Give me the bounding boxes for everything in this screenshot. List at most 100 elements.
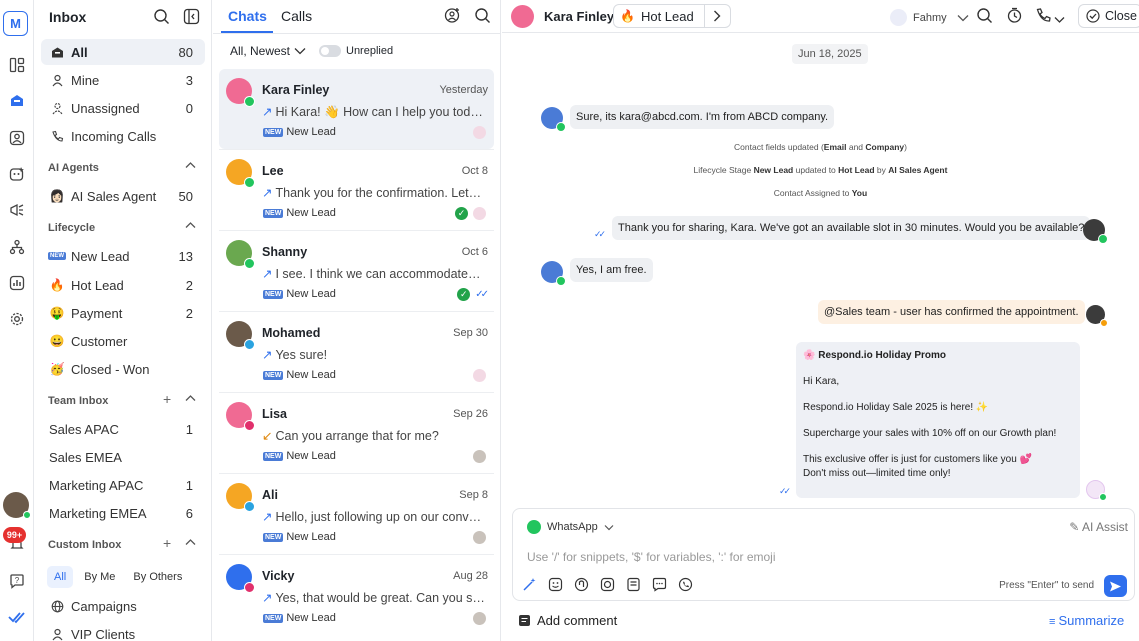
broadcast-icon[interactable] [5, 198, 29, 222]
ai-icon[interactable] [5, 162, 29, 186]
ai-assist-button[interactable]: ✎ AI Assist [1069, 520, 1128, 534]
sidebar-item-incoming-calls[interactable]: Incoming Calls [41, 123, 205, 149]
conversation-meta [473, 126, 486, 139]
search-icon[interactable] [153, 8, 170, 28]
sidebar-item-unassigned[interactable]: Unassigned 0 [41, 95, 205, 121]
sidebar-item-campaigns[interactable]: Campaigns [41, 593, 205, 619]
sidebar-item-sales-apac[interactable]: Sales APAC 1 [41, 416, 205, 442]
call-icon[interactable] [1035, 7, 1052, 27]
contact-avatar[interactable] [511, 5, 534, 28]
emoji-icon[interactable] [547, 576, 564, 593]
settings-icon[interactable] [5, 307, 29, 331]
dashboard-icon[interactable] [5, 53, 29, 77]
collapse-sidebar-icon[interactable] [183, 8, 200, 28]
quick-reply-icon[interactable] [651, 576, 668, 593]
sidebar-item-count: 2 [185, 277, 193, 293]
search-icon[interactable] [474, 7, 491, 27]
chevron-up-icon[interactable] [185, 160, 196, 172]
sidebar-item-ai-sales-agent[interactable]: 👩🏻 AI Sales Agent 50 [41, 183, 205, 209]
workspace-logo[interactable]: M [3, 11, 28, 36]
contact-avatar [226, 402, 255, 431]
chevron-right-icon[interactable] [703, 5, 730, 27]
double-check-icon: ✓✓ [779, 486, 791, 496]
conversation-item[interactable]: Lee Oct 8 ↗ Thank you for the confirmation.… [219, 150, 494, 230]
contact-avatar[interactable] [541, 261, 566, 286]
sidebar-item-label: Payment [71, 305, 123, 321]
contact-avatar [226, 159, 255, 188]
conversation-item[interactable]: Mohamed Sep 30 ↗ Yes sure! NEW New Lead [219, 312, 494, 392]
message-preview: ↗ I see. I think we can accommodate… [262, 266, 487, 281]
sidebar-item-sales-emea[interactable]: Sales EMEA [41, 444, 205, 470]
lifecycle-tag: NEW New Lead [263, 207, 336, 219]
sidebar-item-hot-lead[interactable]: 🔥 Hot Lead 2 [41, 272, 205, 298]
add-icon[interactable]: + [163, 392, 171, 406]
note-status-dot [1100, 319, 1108, 327]
section-title-lifecycle: Lifecycle [48, 222, 96, 234]
pill-by-me[interactable]: By Me [77, 566, 122, 588]
conversation-item[interactable]: Vicky Aug 28 ↗ Yes, that would be great. Ca… [219, 555, 494, 635]
assignee-dropdown[interactable]: Fahmy [890, 9, 969, 26]
chevron-up-icon[interactable] [185, 537, 196, 549]
promo-line: Supercharge your sales with 10% off on o… [803, 428, 1057, 439]
double-check-icon[interactable] [5, 605, 29, 629]
sidebar-item-vip-clients[interactable]: VIP Clients [41, 621, 205, 641]
channel-label: WhatsApp [547, 521, 598, 533]
sidebar-item-label: Customer [71, 333, 128, 349]
pill-all[interactable]: All [47, 566, 74, 588]
whatsapp-template-icon[interactable] [677, 576, 694, 593]
template-icon[interactable] [625, 576, 642, 593]
search-icon[interactable] [976, 7, 993, 27]
new-contact-icon[interactable] [444, 7, 461, 27]
pill-by-others[interactable]: By Others [126, 566, 189, 588]
chevron-up-icon[interactable] [185, 220, 196, 232]
snippet-icon[interactable] [599, 576, 616, 593]
event-field: Email [823, 142, 847, 152]
conversation-item[interactable]: Lisa Sep 26 ↙ Can you arrange that for me? N… [219, 393, 494, 473]
message-input[interactable]: Use '/' for snippets, '$' for variables,… [527, 550, 776, 564]
lifecycle-chip[interactable]: 🔥 Hot Lead [613, 4, 731, 28]
composer-toolbar [521, 576, 694, 593]
promo-line: Don't miss out—limited time only! [803, 468, 951, 479]
sidebar-item-closed-won[interactable]: 🥳 Closed - Won [41, 356, 205, 382]
agent-avatar[interactable] [1086, 305, 1108, 327]
tab-calls[interactable]: Calls [281, 8, 312, 24]
sidebar-item-all[interactable]: All 80 [41, 39, 205, 65]
summarize-button[interactable]: ≡ Summarize [1049, 613, 1124, 628]
channel-selector[interactable]: WhatsApp [527, 520, 614, 534]
magic-wand-icon[interactable] [521, 576, 538, 593]
close-conversation-button[interactable]: Close [1078, 4, 1139, 28]
sidebar-item-marketing-apac[interactable]: Marketing APAC 1 [41, 472, 205, 498]
sidebar-item-new-lead[interactable]: NEW New Lead 13 [41, 243, 205, 269]
chevron-down-icon[interactable] [1054, 12, 1065, 27]
user-avatar[interactable] [3, 492, 31, 519]
workflows-icon[interactable] [5, 235, 29, 259]
contact-avatar[interactable] [541, 107, 566, 132]
tab-chats[interactable]: Chats [228, 8, 267, 24]
channel-icon [244, 258, 255, 269]
contact-name[interactable]: Kara Finley [544, 9, 614, 24]
add-icon[interactable]: + [163, 536, 171, 550]
conversation-item[interactable]: Kara Finley Yesterday ↗ Hi Kara! 👋 How can … [219, 69, 494, 149]
conversation-meta [473, 531, 486, 544]
sidebar-item-mine[interactable]: Mine 3 [41, 67, 205, 93]
send-button[interactable] [1104, 575, 1127, 597]
conversation-item[interactable]: Shanny Oct 6 ↗ I see. I think we can accomm… [219, 231, 494, 311]
unreplied-toggle[interactable] [319, 45, 341, 57]
chevron-up-icon[interactable] [185, 393, 196, 405]
sidebar-item-label: VIP Clients [71, 626, 136, 641]
attachment-icon[interactable] [573, 576, 590, 593]
whatsapp-icon [556, 122, 566, 132]
add-comment-button[interactable]: Add comment [518, 613, 617, 628]
sort-filter-dropdown[interactable]: All, Newest [230, 44, 306, 58]
conversation-item[interactable]: Ali Sep 8 ↗ Hello, just following up on our… [219, 474, 494, 554]
tag-label: New Lead [286, 369, 336, 381]
sidebar-item-customer[interactable]: 😀 Customer [41, 328, 205, 354]
inbox-icon[interactable] [5, 89, 29, 113]
snooze-icon[interactable] [1006, 7, 1023, 27]
sidebar-item-marketing-emea[interactable]: Marketing EMEA 6 [41, 500, 205, 526]
help-icon[interactable]: ? [5, 569, 29, 593]
agent-avatar[interactable] [1083, 219, 1108, 244]
contacts-icon[interactable] [5, 126, 29, 150]
reports-icon[interactable] [5, 271, 29, 295]
sidebar-item-payment[interactable]: 🤑 Payment 2 [41, 300, 205, 326]
